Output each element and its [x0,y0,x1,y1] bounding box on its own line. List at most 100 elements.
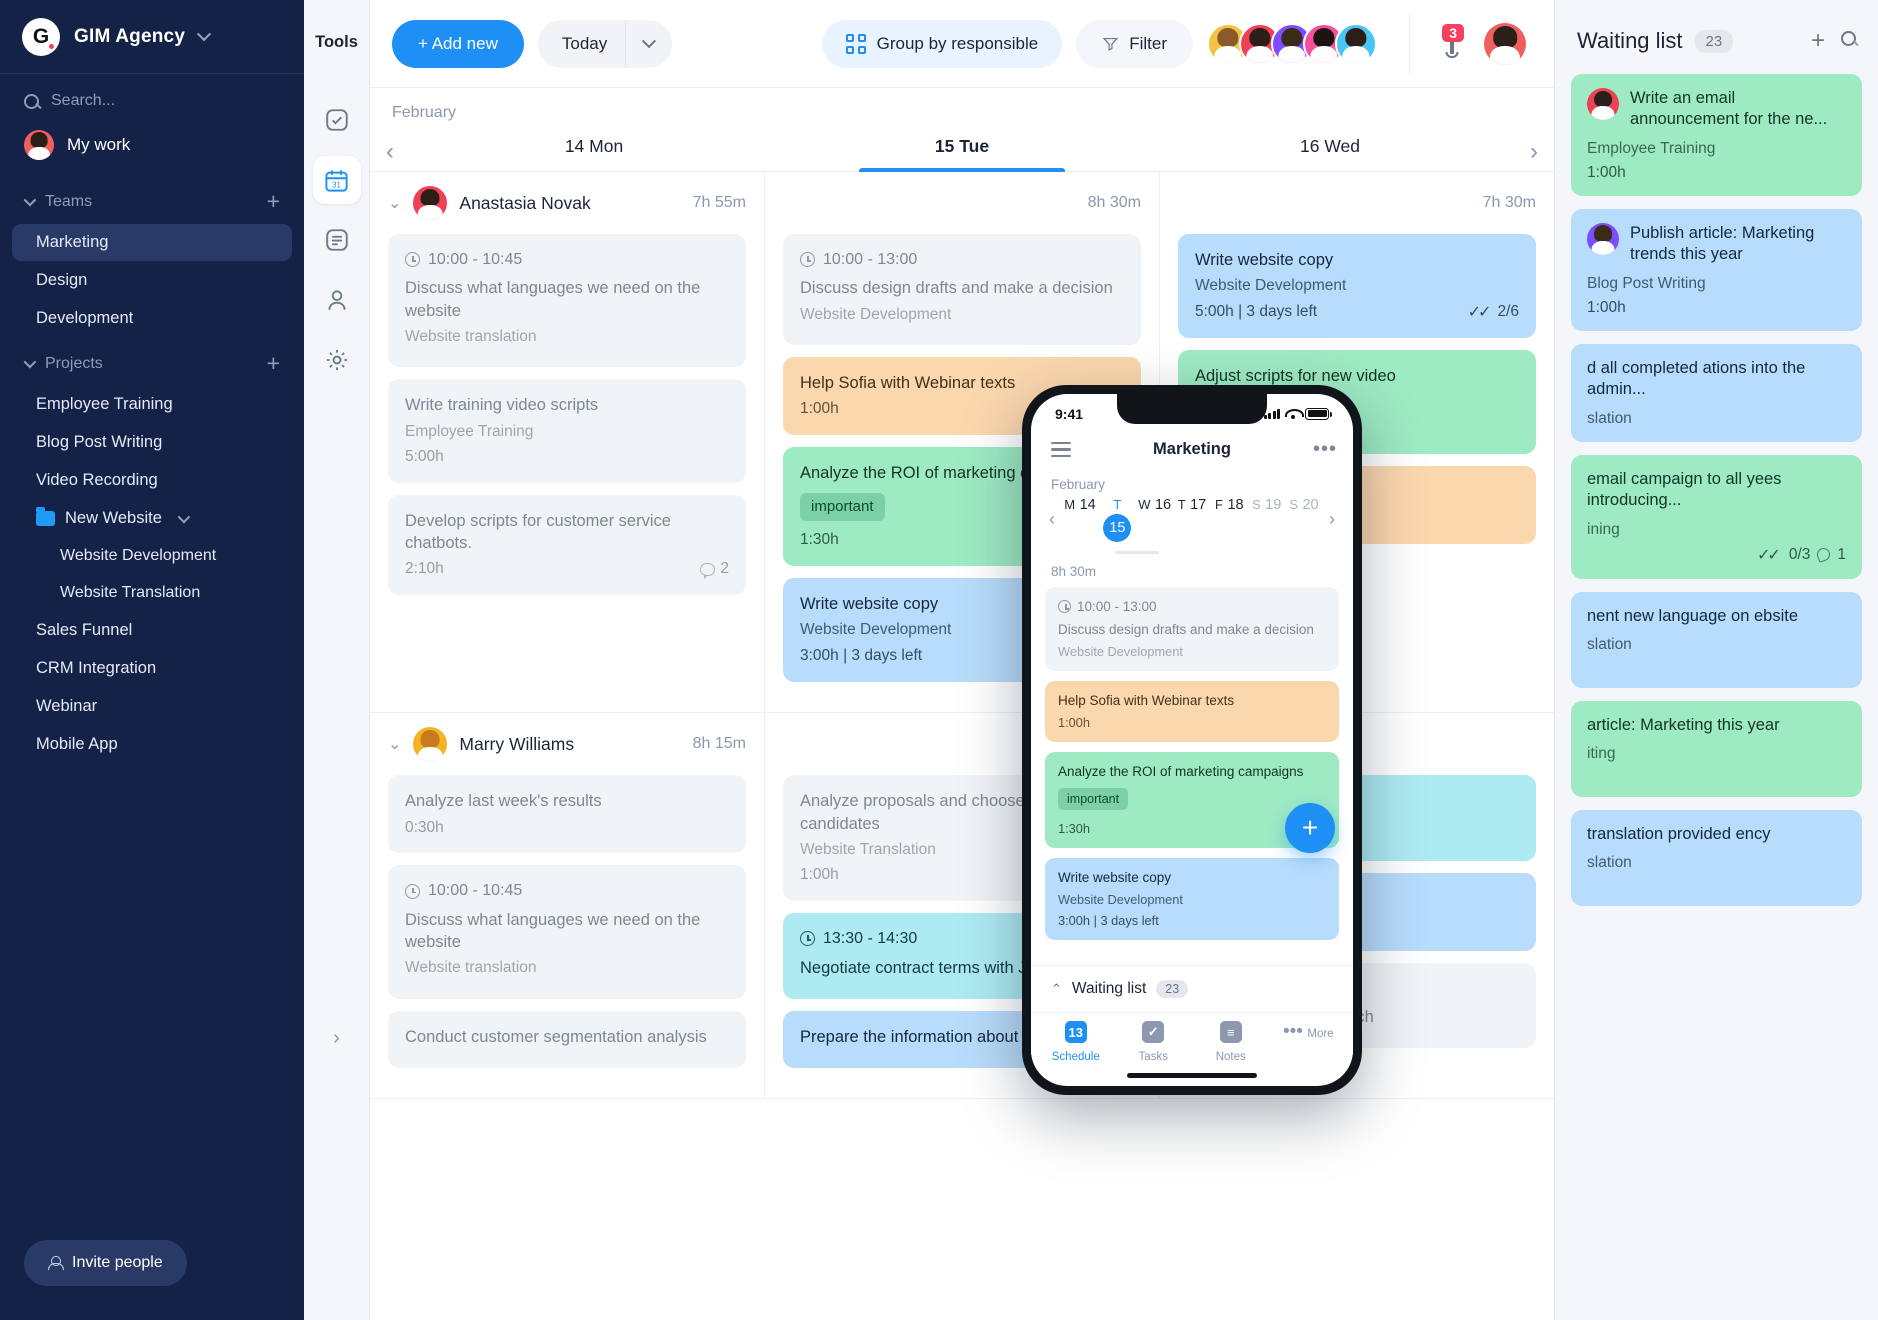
avatar[interactable] [1335,22,1377,65]
user-avatar[interactable] [1484,22,1526,65]
folder-icon [36,507,55,526]
add-project-icon[interactable]: + [267,352,280,375]
projects-group-header[interactable]: Projects + [0,338,304,385]
list-item[interactable]: translation provided ency slation [1571,809,1862,906]
person-header[interactable]: ⌄ Marry Williams 8h 15m [388,713,746,775]
task-title: article: Marketing this year [1587,715,1780,734]
sidebar-item-website-development[interactable]: Website Development [12,538,292,574]
invite-people-button[interactable]: Invite people [24,1240,187,1286]
list-item[interactable]: nent new language on ebsite slation [1571,591,1862,688]
phone-day-19[interactable]: S 19 [1250,496,1284,542]
rail-item-calendar[interactable]: 31 [312,156,361,204]
notifications-button[interactable]: 3 [1434,23,1470,54]
day-column-header-14[interactable]: 14 Mon [410,130,778,171]
sidebar-item-crm-integration[interactable]: CRM Integration [12,650,292,687]
chevron-down-icon[interactable]: ⌄ [388,193,401,213]
person-header[interactable]: ⌄ Anastasia Novak 7h 55m [388,172,746,234]
task-card[interactable]: Develop scripts for customer service cha… [388,495,746,596]
next-day-button[interactable]: › [1514,130,1554,171]
tools-rail: Tools 31 › [304,0,370,1320]
sidebar-item-sales-funnel[interactable]: Sales Funnel [12,612,292,649]
task-title: d all completed ations into the admin... [1587,358,1806,399]
phone-day-18[interactable]: F 18 [1212,496,1246,542]
phone-waiting-list-bar[interactable]: ⌃ Waiting list 23 [1031,965,1353,1012]
sidebar-item-development[interactable]: Development [12,300,292,337]
list-item[interactable]: Publish article: Marketing trends this y… [1571,208,1862,331]
task-card[interactable]: 10:00 - 10:45 Discuss what languages we … [388,234,746,368]
filter-button[interactable]: Filter [1076,19,1193,68]
chevron-down-icon[interactable] [625,19,672,68]
rail-item-people[interactable] [313,276,361,324]
task-card[interactable]: 10:00 - 13:00 Discuss design drafts and … [783,234,1141,346]
prev-day-button[interactable]: ‹ [370,130,410,171]
sidebar-item-blog-post-writing[interactable]: Blog Post Writing [12,424,292,461]
tab-more[interactable]: ••• More [1270,1021,1348,1065]
list-item[interactable]: email campaign to all yees introducing..… [1571,454,1862,579]
tab-notes[interactable]: ≡ Notes [1192,1021,1270,1065]
sidebar-item-marketing[interactable]: Marketing [12,224,292,261]
sidebar-item-website-translation[interactable]: Website Translation [12,575,292,611]
phone-day-15[interactable]: T 15 [1100,496,1134,542]
sidebar-item-video-recording[interactable]: Video Recording [12,462,292,499]
rail-item-notes[interactable] [313,216,361,264]
sidebar-folder-new-website[interactable]: New Website [12,500,292,537]
list-item[interactable]: d all completed ations into the admin...… [1571,343,1862,442]
waiting-list-header: Waiting list 23 + [1555,0,1878,74]
today-button[interactable]: Today [537,19,673,68]
tab-label: More [1307,1028,1334,1040]
teams-group-header[interactable]: Teams + [0,176,304,223]
task-title: Help Sofia with Webinar texts [1058,692,1235,708]
sidebar-item-webinar[interactable]: Webinar [12,688,292,725]
sidebar-footer: Invite people [0,1214,304,1320]
workspace-switcher[interactable]: G GIM Agency [0,0,304,74]
task-card[interactable]: 10:00 - 13:00 Discuss design drafts and … [1045,587,1339,671]
phone-day-14[interactable]: M 14 [1063,496,1097,542]
add-task-fab[interactable]: + [1285,803,1335,853]
add-team-icon[interactable]: + [267,190,280,213]
sidebar-item-employee-training[interactable]: Employee Training [12,386,292,423]
phone-day-16[interactable]: W 16 [1138,496,1172,542]
task-card[interactable]: Help Sofia with Webinar texts 1:00h [1045,680,1339,742]
rail-collapse-button[interactable]: › [333,1027,340,1050]
group-by-responsible-button[interactable]: Group by responsible [821,19,1063,68]
task-card[interactable]: 10:00 - 10:45 Discuss what languages we … [388,865,746,999]
add-waiting-task-icon[interactable]: + [1811,29,1825,53]
sidebar-item-design[interactable]: Design [12,262,292,299]
phone-home-indicator [1127,1073,1257,1078]
tab-tasks[interactable]: ✓ Tasks [1115,1021,1193,1065]
attachment-icon [1815,546,1833,563]
member-avatars[interactable] [1207,22,1377,65]
search-placeholder: Search... [51,92,116,109]
add-new-button[interactable]: + Add new [392,19,524,68]
chevron-down-icon[interactable]: ⌄ [388,734,401,754]
search-input[interactable]: Search... [0,74,304,120]
menu-icon[interactable] [1051,441,1071,458]
rail-item-tasks[interactable] [313,96,361,144]
list-item[interactable]: article: Marketing this year iting [1571,700,1862,797]
sidebar-item-mobile-app[interactable]: Mobile App [12,726,292,763]
task-title: Discuss design drafts and make a decisio… [800,279,1113,298]
task-title: nent new language on ebsite [1587,606,1799,625]
sidebar-item-my-work[interactable]: My work [0,120,304,176]
tab-schedule[interactable]: 13 Schedule [1037,1021,1115,1065]
day-column-header-16[interactable]: 16 Wed [1146,130,1514,171]
task-card[interactable]: Write website copy Website Development 5… [1178,234,1536,339]
task-card[interactable]: Write website copy Website Development 3… [1045,858,1339,941]
more-options-icon[interactable]: ••• [1313,438,1336,461]
app-root: G GIM Agency Search... My work Teams + M… [0,0,1878,1320]
task-card[interactable]: Write training video scripts Employee Tr… [388,379,746,484]
task-project: iting [1587,744,1616,762]
clock-icon [800,931,815,947]
rail-item-settings[interactable] [313,336,361,384]
prev-week-button[interactable]: ‹ [1041,509,1063,530]
search-icon[interactable] [1841,31,1856,46]
person-day-total: 8h 30m [1087,194,1141,211]
phone-day-20[interactable]: S 20 [1287,496,1321,542]
day-column-header-15[interactable]: 15 Tue [778,130,1146,172]
phone-day-17[interactable]: T 17 [1175,496,1209,542]
task-card[interactable]: Conduct customer segmentation analysis [388,1010,746,1068]
task-card[interactable]: Analyze last week's results 0:30h [388,775,746,854]
list-item[interactable]: Write an email announcement for the ne..… [1571,74,1862,196]
next-week-button[interactable]: › [1321,509,1343,530]
days-row: ‹ 14 Mon 15 Tue 16 Wed › [370,130,1554,172]
